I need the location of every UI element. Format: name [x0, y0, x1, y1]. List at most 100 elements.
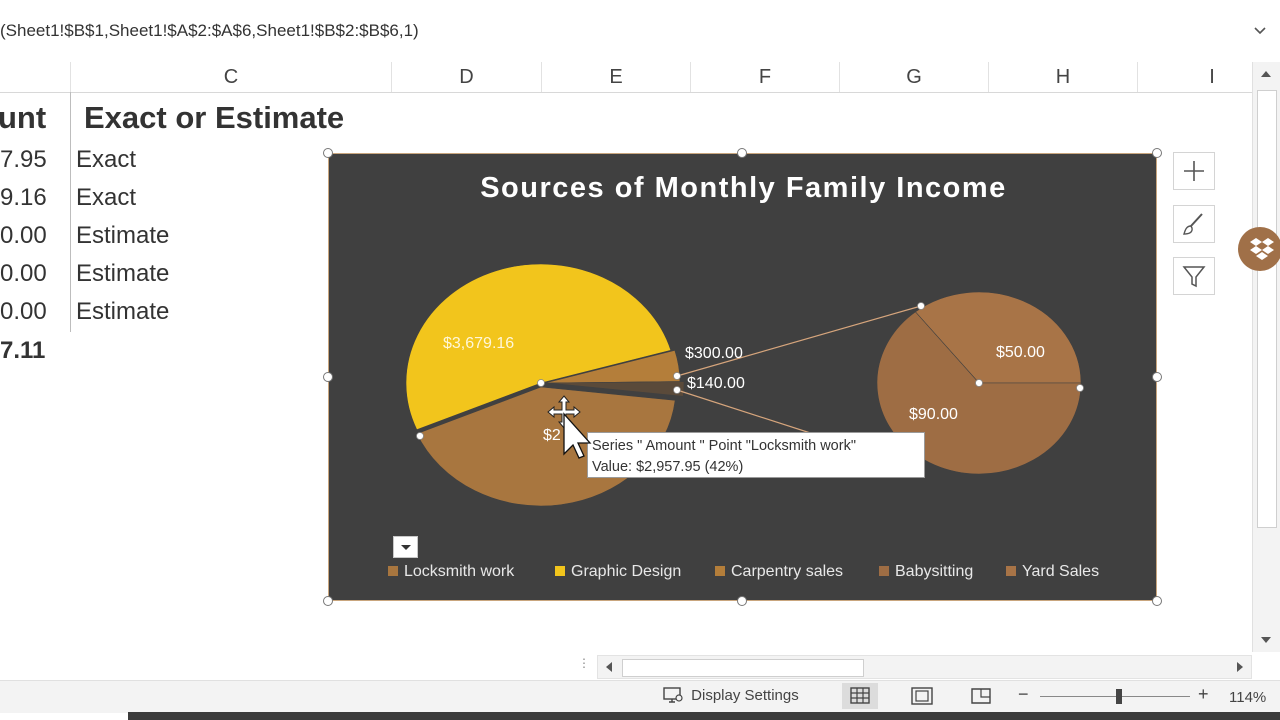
- cell-total[interactable]: 7.11: [0, 337, 45, 365]
- data-point-handle[interactable]: [416, 432, 424, 440]
- data-label-other-140[interactable]: $140.00: [687, 375, 745, 393]
- zoom-in-button[interactable]: +: [1198, 684, 1209, 705]
- data-point-handle[interactable]: [673, 372, 681, 380]
- cell-amount[interactable]: 9.16: [0, 184, 47, 212]
- sheet-tab-splitter[interactable]: ⋮: [578, 657, 590, 674]
- zoom-slider-track[interactable]: [1040, 696, 1190, 697]
- legend-item-yard-sales[interactable]: Yard Sales: [1006, 563, 1099, 583]
- cell-status[interactable]: Estimate: [76, 298, 169, 326]
- horizontal-scroll-thumb[interactable]: [622, 659, 864, 677]
- cell-amount[interactable]: 0.00: [0, 298, 47, 326]
- zoom-out-button[interactable]: −: [1018, 684, 1029, 705]
- cell-amount[interactable]: 7.95: [0, 146, 47, 174]
- display-settings-button[interactable]: Display Settings: [662, 686, 799, 704]
- column-header-g[interactable]: G: [840, 62, 989, 92]
- legend-swatch: [715, 566, 725, 576]
- resize-handle-top-left[interactable]: [323, 148, 333, 158]
- dropbox-icon[interactable]: [1236, 224, 1280, 274]
- cell-status[interactable]: Exact: [76, 146, 136, 174]
- cell-status[interactable]: Estimate: [76, 260, 169, 288]
- column-header-f[interactable]: F: [691, 62, 840, 92]
- resize-handle-bottom-left[interactable]: [323, 596, 333, 606]
- legend-item-babysitting[interactable]: Babysitting: [879, 563, 973, 583]
- legend-label: Carpentry sales: [731, 563, 844, 580]
- tooltip-series-line: Series " Amount " Point "Locksmith work": [592, 438, 856, 454]
- cell-status[interactable]: Exact: [76, 184, 136, 212]
- cell-amount[interactable]: 0.00: [0, 260, 47, 288]
- column-header-b[interactable]: [0, 62, 71, 92]
- data-point-handle[interactable]: [917, 302, 925, 310]
- data-label-other-300[interactable]: $300.00: [685, 345, 743, 363]
- paintbrush-icon: [1183, 213, 1203, 235]
- legend-label: Locksmith work: [404, 563, 515, 580]
- legend-dropdown-button[interactable]: [393, 536, 418, 558]
- status-bar: Display Settings − + 114%: [0, 680, 1280, 713]
- column-header-e[interactable]: E: [542, 62, 691, 92]
- scroll-down-icon[interactable]: [1259, 634, 1273, 646]
- data-label-graphic-design[interactable]: $3,679.16: [443, 335, 514, 353]
- legend-item-graphic-design[interactable]: Graphic Design: [555, 563, 681, 583]
- resize-handle-right[interactable]: [1152, 372, 1162, 382]
- resize-handle-left[interactable]: [323, 372, 333, 382]
- data-point-handle[interactable]: [537, 379, 545, 387]
- legend-swatch: [555, 566, 565, 576]
- cell-amount[interactable]: 0.00: [0, 222, 47, 250]
- display-settings-icon: [663, 687, 683, 703]
- column-header-h[interactable]: H: [989, 62, 1138, 92]
- legend-label: Yard Sales: [1022, 563, 1100, 580]
- chart-elements-button[interactable]: [1173, 152, 1215, 190]
- scroll-left-icon[interactable]: [603, 660, 615, 674]
- page-layout-icon: [911, 687, 933, 705]
- column-header-row: C D E F G H I: [0, 62, 1252, 93]
- pie-of-pie-chart[interactable]: Sources of Monthly Family Income $3,679.…: [328, 153, 1157, 601]
- chart-title[interactable]: Sources of Monthly Family Income: [329, 172, 1158, 205]
- scroll-up-icon[interactable]: [1259, 68, 1273, 80]
- cell-header-amount[interactable]: unt: [0, 100, 46, 136]
- horizontal-scrollbar[interactable]: [597, 655, 1252, 679]
- resize-handle-bottom[interactable]: [737, 596, 747, 606]
- resize-handle-top[interactable]: [737, 148, 747, 158]
- taskbar-strip: [128, 712, 1280, 720]
- legend-swatch: [1006, 566, 1016, 576]
- page-layout-button[interactable]: [904, 683, 940, 713]
- legend-item-locksmith[interactable]: Locksmith work: [388, 563, 514, 583]
- zoom-level[interactable]: 114%: [1229, 689, 1266, 706]
- column-divider: [70, 92, 71, 332]
- grid-icon: [850, 687, 870, 704]
- data-label-sub-50[interactable]: $50.00: [996, 344, 1045, 362]
- chevron-down-icon[interactable]: [1252, 22, 1268, 38]
- vertical-scroll-thumb[interactable]: [1257, 90, 1277, 528]
- chart-filters-button[interactable]: [1173, 257, 1215, 295]
- move-cursor-icon: [547, 395, 592, 459]
- page-break-button[interactable]: [963, 683, 999, 713]
- legend-label: Graphic Design: [571, 563, 682, 580]
- normal-view-button[interactable]: [842, 683, 878, 709]
- formula-text[interactable]: (Sheet1!$B$1,Sheet1!$A$2:$A$6,Sheet1!$B$…: [0, 21, 419, 41]
- resize-handle-bottom-right[interactable]: [1152, 596, 1162, 606]
- display-settings-label: Display Settings: [691, 687, 799, 704]
- zoom-slider-thumb[interactable]: [1116, 689, 1122, 704]
- caret-down-icon: [401, 545, 411, 550]
- cell-header-exact[interactable]: Exact or Estimate: [84, 100, 344, 136]
- column-header-c[interactable]: C: [71, 62, 392, 92]
- legend-label: Babysitting: [895, 563, 974, 580]
- resize-handle-top-right[interactable]: [1152, 148, 1162, 158]
- data-point-handle[interactable]: [975, 379, 983, 387]
- scroll-right-icon[interactable]: [1234, 660, 1246, 674]
- chart-styles-button[interactable]: [1173, 205, 1215, 243]
- data-point-handle[interactable]: [673, 386, 681, 394]
- chart-tooltip: Series " Amount " Point "Locksmith work"…: [587, 432, 925, 478]
- data-label-sub-90[interactable]: $90.00: [909, 406, 958, 424]
- formula-bar[interactable]: (Sheet1!$B$1,Sheet1!$A$2:$A$6,Sheet1!$B$…: [0, 0, 1280, 63]
- legend-item-carpentry[interactable]: Carpentry sales: [715, 563, 843, 583]
- page-break-icon: [971, 688, 991, 704]
- data-point-handle[interactable]: [1076, 384, 1084, 392]
- column-header-d[interactable]: D: [392, 62, 542, 92]
- plus-icon: [1184, 161, 1204, 181]
- filter-icon: [1182, 266, 1206, 288]
- vertical-scrollbar[interactable]: [1252, 62, 1280, 652]
- legend-swatch: [388, 566, 398, 576]
- cell-status[interactable]: Estimate: [76, 222, 169, 250]
- tooltip-value-line: Value: $2,957.95 (42%): [592, 459, 744, 475]
- legend-swatch: [879, 566, 889, 576]
